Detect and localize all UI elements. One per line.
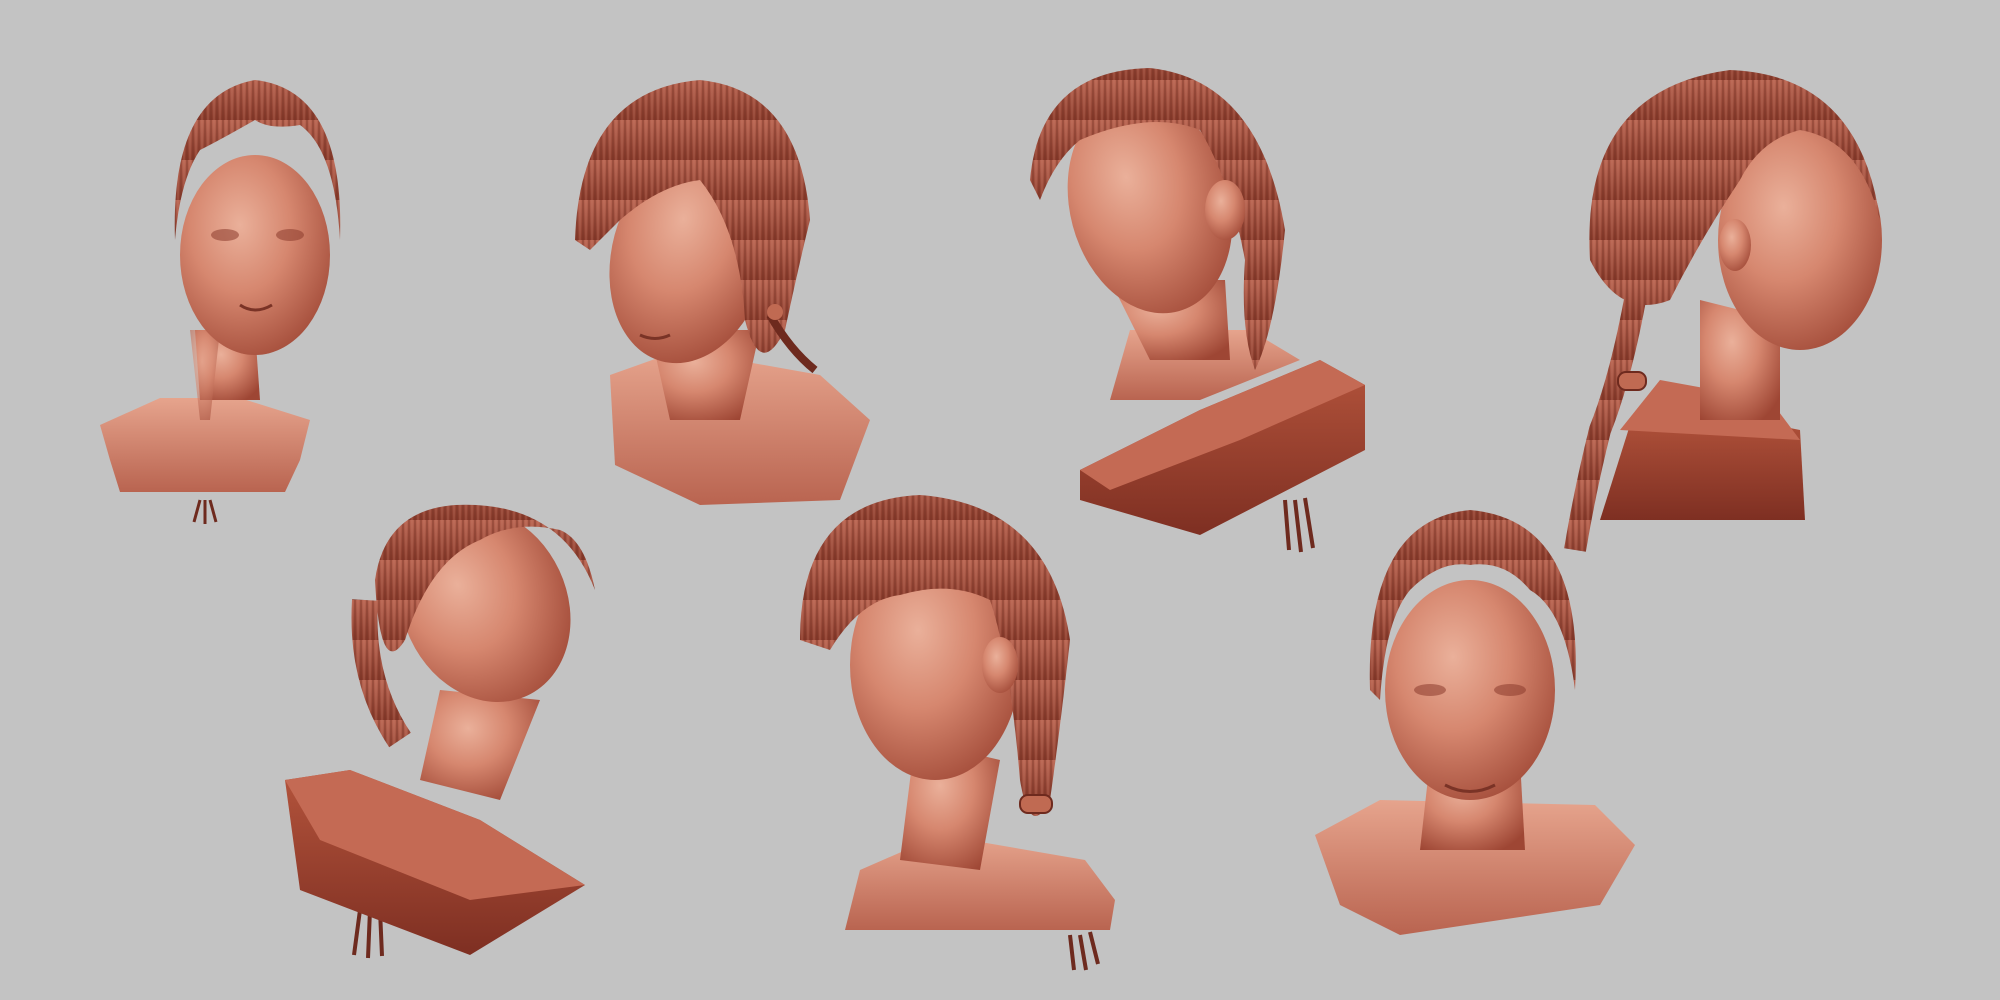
bust-three-quarter-down-left-view: [575, 80, 870, 505]
bust-front-down-view: [1315, 510, 1635, 935]
bust-three-quarter-up-left-view: [1030, 68, 1365, 553]
bust-right-profile-view: [1564, 70, 1882, 552]
bust-front-view: [100, 80, 341, 524]
bust-low-angle-up-view: [285, 504, 595, 959]
bust-left-three-quarter-view: [800, 495, 1115, 971]
sculpt-sheet: [100, 68, 1882, 971]
